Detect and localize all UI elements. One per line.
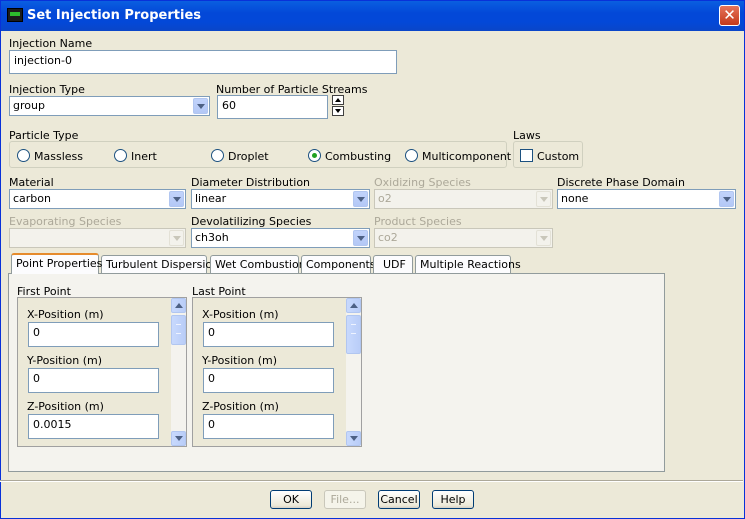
checkbox-icon: [520, 149, 533, 162]
scroll-thumb[interactable]: [346, 315, 361, 354]
radio-circle-icon: [211, 149, 224, 162]
chevron-down-icon[interactable]: [193, 98, 208, 114]
custom-checkbox[interactable]: Custom: [520, 149, 579, 163]
oxidizing-species-select: o2: [374, 189, 553, 209]
radio-selected-icon: [308, 149, 321, 162]
tab-point-properties[interactable]: Point Properties: [11, 253, 102, 274]
oxidizing-species-value: o2: [378, 192, 392, 205]
first-point-scrollbar[interactable]: [171, 298, 186, 446]
last-point-scrollpane[interactable]: X-Position (m) 0 Y-Position (m) 0 Z-Posi…: [192, 297, 362, 447]
oxidizing-species-label: Oxidizing Species: [374, 176, 471, 189]
last-y-input[interactable]: 0: [203, 368, 334, 393]
ok-button[interactable]: OK: [270, 490, 312, 509]
scroll-up-icon[interactable]: [171, 298, 186, 313]
product-species-value: co2: [378, 231, 398, 244]
tab-turbulent-dispersion[interactable]: Turbulent Dispersion: [101, 255, 219, 273]
spin-up-icon[interactable]: [332, 95, 344, 105]
radio-circle-icon: [17, 149, 30, 162]
first-y-label: Y-Position (m): [27, 354, 103, 367]
help-button[interactable]: Help: [432, 490, 474, 509]
radio-droplet[interactable]: Droplet: [211, 149, 269, 163]
first-y-input[interactable]: 0: [28, 368, 159, 393]
chevron-down-icon[interactable]: [353, 191, 368, 207]
product-species-label: Product Species: [374, 215, 462, 228]
custom-checkbox-label: Custom: [537, 150, 580, 163]
radio-label: Multicomponent: [422, 150, 512, 163]
tab-udf[interactable]: UDF: [373, 255, 413, 273]
radio-combusting[interactable]: Combusting: [308, 149, 391, 163]
scroll-down-icon[interactable]: [171, 431, 186, 446]
spin-down-icon[interactable]: [332, 106, 344, 116]
radio-label: Droplet: [228, 150, 269, 163]
tab-wet-combustion[interactable]: Wet Combustion: [210, 255, 306, 273]
file-button: File...: [324, 490, 366, 509]
radio-label: Combusting: [325, 150, 392, 163]
last-y-label: Y-Position (m): [202, 354, 278, 367]
chevron-down-icon[interactable]: [169, 191, 184, 207]
radio-multicomponent[interactable]: Multicomponent: [405, 149, 511, 163]
close-button[interactable]: ✕: [719, 5, 740, 26]
radio-inert[interactable]: Inert: [114, 149, 157, 163]
evaporating-species-select: [9, 228, 186, 248]
first-z-input[interactable]: 0.0015: [28, 414, 159, 439]
cancel-button[interactable]: Cancel: [378, 490, 420, 509]
diameter-distribution-value: linear: [195, 192, 227, 205]
window-title: Set Injection Properties: [27, 8, 202, 23]
radio-massless[interactable]: Massless: [17, 149, 83, 163]
injection-type-select[interactable]: group: [9, 96, 210, 116]
discrete-phase-domain-select[interactable]: none: [557, 189, 736, 209]
scroll-thumb[interactable]: [171, 315, 186, 345]
devolatilizing-species-value: ch3oh: [195, 231, 229, 244]
radio-label: Massless: [34, 150, 83, 163]
title-bar[interactable]: Set Injection Properties ✕: [1, 1, 744, 31]
first-x-input[interactable]: 0: [28, 322, 159, 347]
tab-components[interactable]: Components: [301, 255, 376, 273]
discrete-phase-domain-value: none: [561, 192, 589, 205]
last-x-label: X-Position (m): [202, 308, 279, 321]
chevron-down-icon: [169, 230, 184, 246]
last-point-scrollbar[interactable]: [346, 298, 361, 446]
diameter-distribution-label: Diameter Distribution: [191, 176, 311, 189]
radio-circle-icon: [114, 149, 127, 162]
first-point-scrollpane[interactable]: X-Position (m) 0 Y-Position (m) 0 Z-Posi…: [17, 297, 187, 447]
scroll-down-icon[interactable]: [346, 431, 361, 446]
injection-name-label: Injection Name: [9, 37, 93, 50]
material-value: carbon: [13, 192, 51, 205]
first-x-label: X-Position (m): [27, 308, 104, 321]
button-separator: [0, 480, 743, 482]
injection-name-input[interactable]: injection-0: [9, 50, 397, 74]
last-x-input[interactable]: 0: [203, 322, 334, 347]
chevron-down-icon: [536, 191, 551, 207]
devolatilizing-species-select[interactable]: ch3oh: [191, 228, 370, 248]
first-point-content: X-Position (m) 0 Y-Position (m) 0 Z-Posi…: [18, 298, 171, 446]
tab-multiple-reactions[interactable]: Multiple Reactions: [415, 255, 521, 273]
material-label: Material: [9, 176, 54, 189]
chevron-down-icon[interactable]: [353, 230, 368, 246]
last-z-input[interactable]: 0: [203, 414, 334, 439]
injection-type-label: Injection Type: [9, 83, 85, 96]
material-select[interactable]: carbon: [9, 189, 186, 209]
last-z-label: Z-Position (m): [202, 400, 279, 413]
evaporating-species-label: Evaporating Species: [9, 215, 122, 228]
radio-label: Inert: [131, 150, 157, 163]
first-z-label: Z-Position (m): [27, 400, 104, 413]
scroll-up-icon[interactable]: [346, 298, 361, 313]
devolatilizing-species-label: Devolatilizing Species: [191, 215, 312, 228]
particle-streams-input[interactable]: 60: [217, 95, 328, 119]
particle-streams-spinner[interactable]: [332, 95, 344, 117]
chevron-down-icon[interactable]: [719, 191, 734, 207]
discrete-phase-domain-label: Discrete Phase Domain: [557, 176, 685, 189]
last-point-content: X-Position (m) 0 Y-Position (m) 0 Z-Posi…: [193, 298, 346, 446]
product-species-select: co2: [374, 228, 553, 248]
diameter-distribution-select[interactable]: linear: [191, 189, 370, 209]
injection-type-value: group: [13, 99, 45, 112]
radio-circle-icon: [405, 149, 418, 162]
chevron-down-icon: [536, 230, 551, 246]
app-icon: [7, 8, 23, 22]
